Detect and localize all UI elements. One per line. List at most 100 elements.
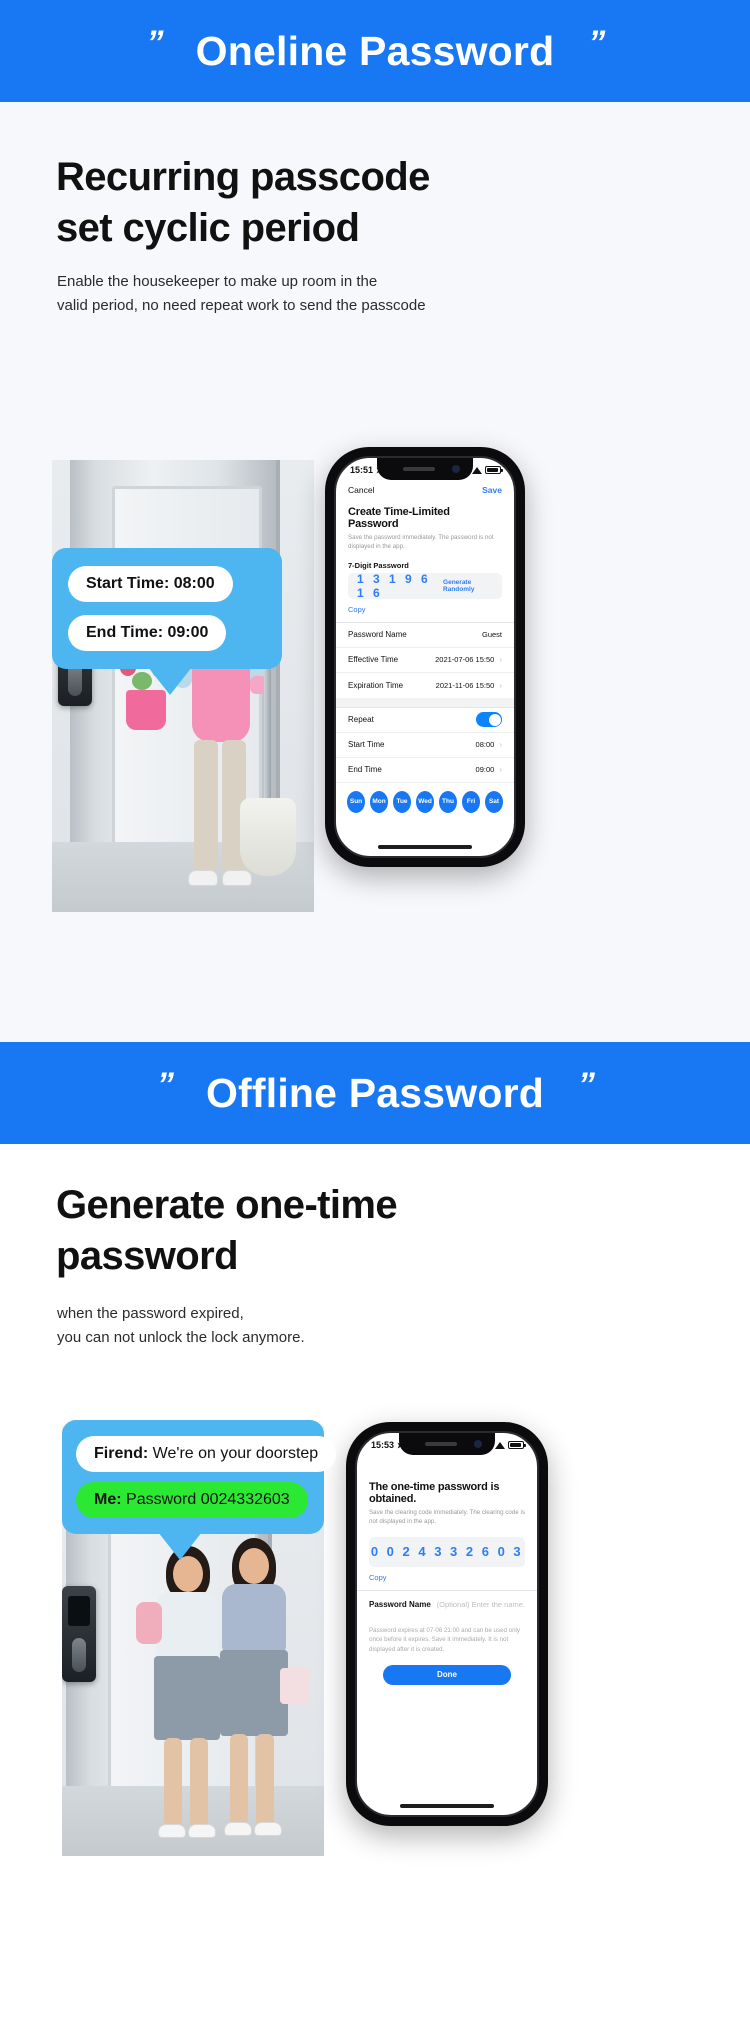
password-field-label: 7-Digit Password xyxy=(348,560,409,570)
headline-offline: Generate one-time password xyxy=(56,1180,398,1282)
battery-icon xyxy=(508,1441,526,1449)
cancel-button[interactable]: Cancel xyxy=(348,485,374,495)
row-value: 08:00 xyxy=(475,740,495,750)
phone-notch xyxy=(377,458,473,480)
sheet-navbar: Cancel Save xyxy=(336,482,514,501)
banner-title-online: Oneline Password xyxy=(195,27,555,74)
weekday-chip-wed[interactable]: Wed xyxy=(416,790,434,813)
row-effective-time[interactable]: Effective Time 2021-07-06 15:50 › xyxy=(336,648,514,673)
left-shoe xyxy=(188,870,218,886)
phone-mockup-online: 15:51 ➤ Cancel Save Create Time-Limited … xyxy=(325,447,525,867)
section-offline: Generate one-time password when the pass… xyxy=(0,1144,750,2028)
row-password-name[interactable]: Password Name (Optional) Enter the name. xyxy=(357,1591,537,1618)
smart-lock xyxy=(62,1586,96,1682)
shirt xyxy=(222,1584,286,1654)
left-leg xyxy=(164,1738,182,1828)
phone-screen-online: 15:51 ➤ Cancel Save Create Time-Limited … xyxy=(334,456,516,858)
headline-line-1: Generate one-time xyxy=(56,1183,398,1227)
start-time-value: 08:00 xyxy=(173,575,215,592)
chat-message-me: Password 0024332603 xyxy=(126,1491,290,1508)
lock-keypad xyxy=(68,1596,90,1626)
quote-close-icon: ” xyxy=(588,24,605,62)
mop-head xyxy=(240,798,296,876)
otp-value: 0 0 2 4 3 3 2 6 0 3 xyxy=(370,1544,524,1560)
copy-button[interactable]: Copy xyxy=(357,1567,537,1590)
phone-screen-offline: 15:53 ➤ The one-time password is obtaine… xyxy=(355,1431,539,1817)
chat-sender-friend: Firend: xyxy=(94,1445,149,1462)
sheet-title: The one-time password is obtained. xyxy=(369,1481,500,1505)
chat-sender-me: Me: xyxy=(94,1491,122,1508)
row-value: 2021-07-06 15:50 xyxy=(435,655,495,665)
quote-open-icon: ” xyxy=(156,1066,174,1104)
handbag xyxy=(280,1668,310,1704)
password-code-box[interactable]: 1 3 1 9 6 1 6 Generate Randomly xyxy=(348,572,502,600)
row-expiration-time[interactable]: Expiration Time 2021-11-06 15:50 › xyxy=(336,673,514,698)
left-shoe xyxy=(224,1822,252,1836)
front-camera-icon xyxy=(474,1440,482,1448)
subcopy-offline: when the password expired, you can not u… xyxy=(57,1302,305,1350)
row-password-name[interactable]: Password Name Guest xyxy=(336,623,514,648)
chevron-right-icon: › xyxy=(499,740,502,750)
save-button[interactable]: Save xyxy=(482,485,502,495)
otp-code-box[interactable]: 0 0 2 4 3 3 2 6 0 3 xyxy=(369,1536,525,1567)
end-time-label: End Time: xyxy=(86,624,164,641)
chevron-right-icon: › xyxy=(499,765,502,775)
row-label: Effective Time xyxy=(348,655,399,665)
earpiece-speaker-icon xyxy=(425,1442,457,1446)
wifi-icon xyxy=(472,466,482,474)
landing-page: ” Oneline Password ” Recurring passcode … xyxy=(0,0,750,2028)
right-shoe xyxy=(222,870,252,886)
weekday-chip-fri[interactable]: Fri xyxy=(462,790,480,813)
repeat-group: Repeat Start Time 08:00 › End Time 09:00… xyxy=(336,706,514,823)
section-banner-online: ” Oneline Password ” xyxy=(0,0,750,102)
front-camera-icon xyxy=(452,465,460,473)
quote-close-icon: ” xyxy=(578,1066,595,1104)
lock-handle xyxy=(72,1638,86,1672)
section-banner-offline: ” Offline Password ” xyxy=(0,1042,750,1144)
row-start-time[interactable]: Start Time 08:00 › xyxy=(336,733,514,758)
weekday-chip-sun[interactable]: Sun xyxy=(347,790,365,813)
repeat-toggle[interactable] xyxy=(476,712,502,728)
row-end-time[interactable]: End Time 09:00 › xyxy=(336,758,514,783)
password-name-input[interactable]: (Optional) Enter the name. xyxy=(437,1600,525,1609)
plaid-skirt xyxy=(220,1650,288,1736)
name-group: Password Name (Optional) Enter the name. xyxy=(357,1589,537,1618)
row-label: Expiration Time xyxy=(348,680,404,690)
copy-button[interactable]: Copy xyxy=(336,599,514,622)
row-value: 09:00 xyxy=(475,765,495,775)
speech-bubble-chat: Firend: We're on your doorstep Me: Passw… xyxy=(62,1420,337,1560)
generate-randomly-button[interactable]: Generate Randomly xyxy=(443,579,493,593)
weekday-chip-mon[interactable]: Mon xyxy=(370,790,388,813)
phone-notch xyxy=(399,1433,495,1455)
weekday-chip-tue[interactable]: Tue xyxy=(393,790,411,813)
left-shoe xyxy=(158,1824,186,1838)
left-leg xyxy=(230,1734,248,1826)
chat-message-friend: We're on your doorstep xyxy=(152,1445,319,1462)
pink-bucket xyxy=(126,690,166,730)
chat-row-friend: Firend: We're on your doorstep xyxy=(76,1436,337,1472)
battery-icon xyxy=(485,466,503,474)
friend-figure-right xyxy=(202,1538,314,1856)
weekday-selector: Sun Mon Tue Wed Thu Fri Sat xyxy=(336,783,514,823)
row-label: Repeat xyxy=(348,715,374,725)
phone-mockup-offline: 15:53 ➤ The one-time password is obtaine… xyxy=(346,1422,548,1826)
subcopy-line-1: Enable the housekeeper to make up room i… xyxy=(57,273,378,290)
chat-row-me: Me: Password 0024332603 xyxy=(76,1482,308,1518)
weekday-chip-thu[interactable]: Thu xyxy=(439,790,457,813)
headline-online: Recurring passcode set cyclic period xyxy=(56,152,430,254)
pink-backpack xyxy=(136,1602,162,1644)
section-separator xyxy=(336,697,514,707)
earpiece-speaker-icon xyxy=(403,467,435,471)
chevron-right-icon: › xyxy=(499,655,502,665)
weekday-chip-sat[interactable]: Sat xyxy=(485,790,503,813)
end-time-value: 09:00 xyxy=(167,624,209,641)
row-repeat[interactable]: Repeat xyxy=(336,708,514,733)
done-button[interactable]: Done xyxy=(383,1664,511,1685)
row-label: Password Name xyxy=(348,630,407,640)
subcopy-line-2: valid period, no need repeat work to sen… xyxy=(57,297,426,314)
details-group: Password Name Guest Effective Time 2021-… xyxy=(336,621,514,698)
banner-title-offline: Offline Password xyxy=(205,1069,545,1116)
headline-line-2: password xyxy=(56,1234,239,1279)
status-time: 15:51 xyxy=(350,465,374,475)
start-time-label: Start Time: xyxy=(86,575,170,592)
